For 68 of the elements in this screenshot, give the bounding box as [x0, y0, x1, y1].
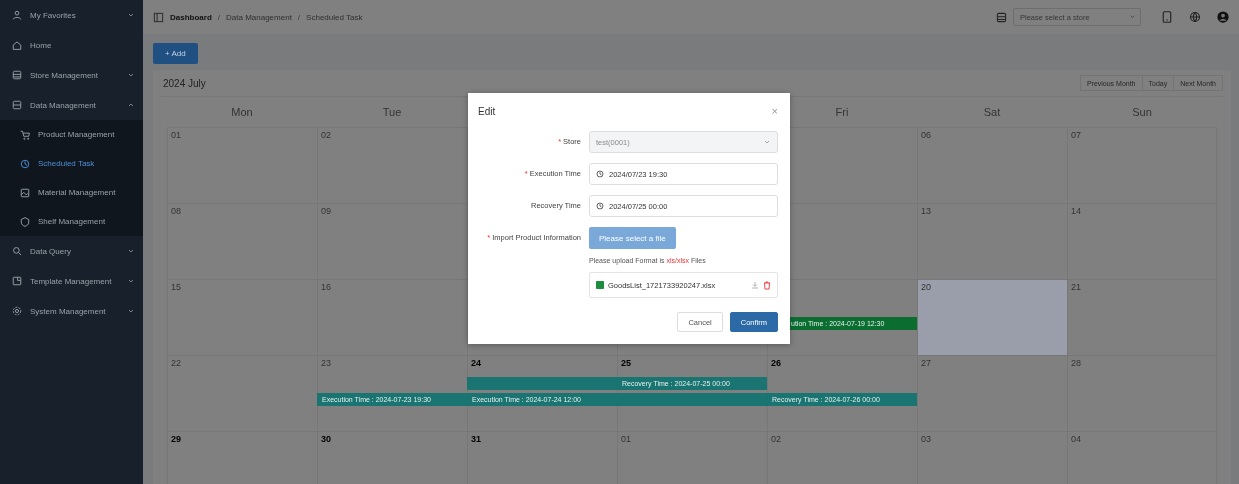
search-icon — [12, 246, 22, 256]
home-icon — [12, 40, 22, 50]
day-cell[interactable]: 16 — [317, 279, 467, 355]
day-cell[interactable]: 15 — [167, 279, 317, 355]
document-icon — [12, 276, 22, 286]
weekday-header: Sun — [1132, 106, 1152, 118]
breadcrumb-link[interactable]: Dashboard — [170, 12, 212, 22]
sidebar-item[interactable]: Template Management — [0, 266, 143, 296]
user-icon — [12, 10, 22, 20]
day-cell[interactable]: 27 — [917, 355, 1067, 431]
add-button[interactable]: + Add — [153, 43, 198, 64]
day-cell[interactable]: 31 — [467, 431, 617, 484]
day-cell[interactable]: 02 — [767, 431, 917, 484]
store-icon — [12, 70, 22, 80]
sidebar-item[interactable]: Home — [0, 30, 143, 60]
day-cell[interactable]: 20 — [917, 279, 1067, 355]
clock-icon — [596, 202, 604, 210]
chevron-icon — [1129, 13, 1136, 20]
sidebar-item[interactable]: Data Query — [0, 236, 143, 266]
weekday-header: Sat — [983, 106, 1001, 118]
calendar-title: 2024 July — [162, 77, 207, 89]
sidebar-subitem[interactable]: Shelf Management — [0, 207, 143, 236]
globe-icon[interactable] — [1189, 11, 1201, 23]
trash-icon[interactable] — [763, 280, 771, 290]
breadcrumb-link[interactable]: Scheduled Task — [306, 12, 363, 22]
sidebar-subitem[interactable]: Scheduled Task — [0, 149, 143, 178]
day-cell[interactable]: 28 — [1067, 355, 1217, 431]
sidebar-item[interactable]: System Management — [0, 296, 143, 326]
shield-icon — [20, 216, 30, 227]
dialog-title: Edit — [478, 105, 497, 117]
day-cell[interactable]: 01 — [617, 431, 767, 484]
close-button[interactable]: × — [771, 105, 778, 117]
store-icon — [996, 11, 1007, 23]
day-cell[interactable]: 21 — [1067, 279, 1217, 355]
sidebar-subitem[interactable]: Product Management — [0, 120, 143, 149]
breadcrumb-link[interactable]: Data Management — [226, 12, 292, 22]
sidebar-item[interactable]: Data Management — [0, 90, 143, 120]
breadcrumb-separator: / — [217, 12, 221, 22]
cart-icon — [20, 129, 30, 140]
clock-icon — [596, 170, 604, 178]
sidebar-subitem[interactable]: Material Management — [0, 178, 143, 207]
day-cell[interactable]: 07 — [1067, 127, 1217, 203]
day-cell[interactable]: 22 — [167, 355, 317, 431]
weekday-header: Mon — [231, 106, 253, 118]
gear-icon — [12, 306, 22, 316]
sidebar-toggle-icon[interactable] — [153, 11, 164, 23]
tablet-icon[interactable] — [1161, 11, 1173, 23]
day-cell[interactable]: 06 — [917, 127, 1067, 203]
day-cell[interactable]: 08 — [167, 203, 317, 279]
day-cell[interactable]: 09 — [317, 203, 467, 279]
chevron-icon — [763, 138, 771, 146]
user-avatar-icon[interactable] — [1217, 11, 1229, 23]
image-icon — [20, 187, 30, 198]
weekday-header: Fri — [835, 106, 849, 118]
day-cell[interactable]: 01 — [167, 127, 317, 203]
spreadsheet-icon — [596, 281, 604, 289]
database-icon — [12, 100, 22, 110]
clock-icon — [20, 158, 30, 169]
day-cell[interactable]: 03 — [917, 431, 1067, 484]
day-cell[interactable]: 29 — [167, 431, 317, 484]
day-cell[interactable]: 02 — [317, 127, 467, 203]
weekday-header: Tue — [382, 106, 402, 118]
sidebar-item[interactable]: My Favorites — [0, 0, 143, 30]
breadcrumb-separator: / — [297, 12, 301, 22]
sidebar-item[interactable]: Store Management — [0, 60, 143, 90]
day-cell[interactable]: 04 — [1067, 431, 1217, 484]
day-cell[interactable]: 14 — [1067, 203, 1217, 279]
day-cell[interactable]: 30 — [317, 431, 467, 484]
